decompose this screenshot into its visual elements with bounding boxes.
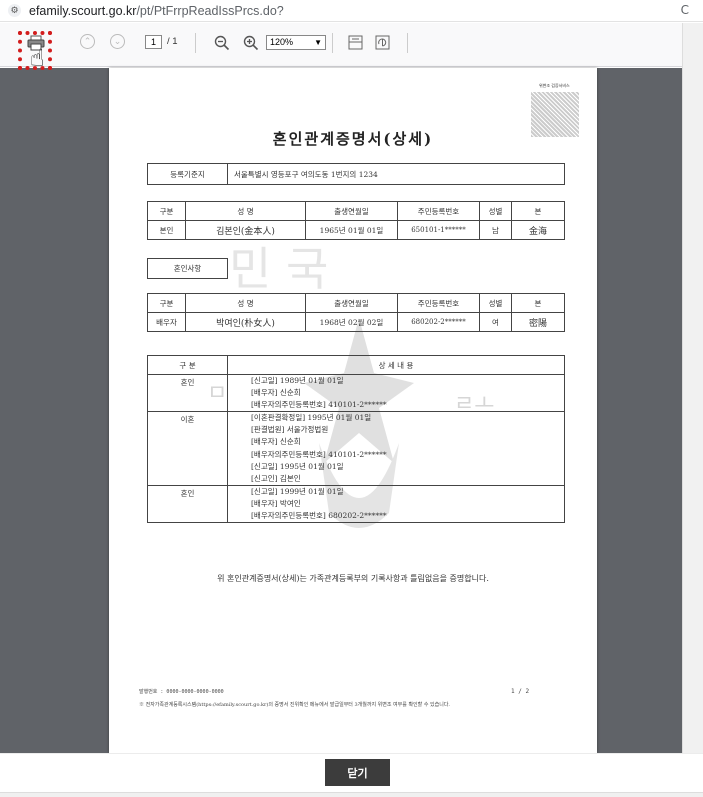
col-header: 성별 <box>479 201 512 221</box>
col-header: 주민등록번호 <box>397 201 480 221</box>
certification-statement: 위 혼인관계증명서(상세)는 가족관계등록부의 기록사항과 틀림없음을 증명합니… <box>217 574 489 583</box>
site-info-icon[interactable]: ⚙ <box>8 4 21 17</box>
col-header: 구 분 <box>147 355 228 375</box>
table-cell: 1965년 01월 01일 <box>305 220 398 240</box>
detail-line: [신고일] 1999년 01월 01일 <box>251 486 344 496</box>
scrollbar[interactable] <box>682 23 703 753</box>
table-cell: 金海 <box>511 220 565 240</box>
page-up-icon[interactable]: ⌃ <box>80 34 95 49</box>
detail-line: [배우자의주민등록번호] 680202-2****** <box>251 511 387 521</box>
col-header: 본 <box>511 201 565 221</box>
table-row: 배우자 박여인(朴女人) 1968년 02월 02일 680202-2*****… <box>147 312 565 332</box>
pdf-toolbar: ⌃ ⌄ 1 / 1 120% ▼ <box>0 23 682 67</box>
qr-label: 위변조 검증서비스 <box>539 83 570 88</box>
document-page: 위변조 검증서비스 민 국 ㅁ ㄹㅗ 혼인관계증명서(상세) 등록기준지 서울특… <box>109 68 597 753</box>
detail-table: 구 분 상 세 내 용 혼인 [신고일] 1989년 01월 01일 [배우자]… <box>147 355 565 524</box>
table-cell: 박여인(朴女人) <box>185 312 306 332</box>
detail-line: [배우자] 신순희 <box>251 437 301 447</box>
registration-table: 등록기준지 서울특별시 영등포구 여의도동 1번지의 1234 <box>147 163 565 185</box>
col-header: 구분 <box>147 293 186 313</box>
col-header: 출생연월일 <box>305 293 398 313</box>
col-header: 구분 <box>147 201 186 221</box>
section-heading: 혼인사항 <box>147 258 228 279</box>
detail-line: [신고인] 김본인 <box>251 473 301 483</box>
table-row: 혼인 [신고일] 1999년 01월 01일 [배우자] 박여인 [배우자의주민… <box>147 484 565 524</box>
zoom-value: 120% <box>270 37 294 47</box>
detail-category: 혼인 <box>147 484 228 524</box>
toolbar-divider <box>195 33 196 53</box>
detail-line: [배우자의주민등록번호] 410101-2****** <box>251 400 387 410</box>
table-row: 혼인 [신고일] 1989년 01월 01일 [배우자] 신순희 [배우자의주민… <box>147 373 565 413</box>
detail-category: 이혼 <box>147 411 228 486</box>
address-bar[interactable]: ⚙ efamily.scourt.go.kr/pt/PtFrrpReadIssP… <box>0 0 703 22</box>
col-header: 성별 <box>479 293 512 313</box>
col-header: 주민등록번호 <box>397 293 480 313</box>
pdf-viewer[interactable]: 위변조 검증서비스 민 국 ㅁ ㄹㅗ 혼인관계증명서(상세) 등록기준지 서울특… <box>0 68 682 753</box>
toolbar-divider <box>407 33 408 53</box>
detail-content: [신고일] 1999년 01월 01일 [배우자] 박여인 [배우자의주민등록번… <box>227 484 565 524</box>
detail-line: [이혼판결확정일] 1995년 01월 01일 <box>251 413 372 423</box>
detail-content: [이혼판결확정일] 1995년 01월 01일 [판결법원] 서울가정법원 [배… <box>227 411 565 486</box>
table-row: 본인 김본인(金本人) 1965년 01월 01일 650101-1******… <box>147 220 565 240</box>
detail-category: 혼인 <box>147 373 228 413</box>
table-cell: 여 <box>479 312 512 332</box>
toolbar-divider <box>332 33 333 53</box>
reg-value: 서울특별시 영등포구 여의도동 1번지의 1234 <box>227 163 565 185</box>
document-title: 혼인관계증명서(상세) <box>272 130 434 148</box>
col-header: 상 세 내 용 <box>227 355 565 375</box>
close-button[interactable]: 닫기 <box>325 759 390 786</box>
issue-number: 발행번호 : 0000-0000-0000-0000 <box>139 689 224 695</box>
reg-label: 등록기준지 <box>147 163 228 185</box>
table-cell: 김본인(金本人) <box>185 220 306 240</box>
detail-line: [배우자의주민등록번호] 410101-2****** <box>251 449 387 459</box>
hand-cursor-icon: ☝ <box>30 44 45 72</box>
url-host: efamily.scourt.go.kr <box>29 3 137 18</box>
footer-bar: 닫기 <box>0 753 703 797</box>
table-cell: 본인 <box>147 220 186 240</box>
chevron-down-icon: ▼ <box>314 38 322 47</box>
detail-line: [배우자] 박여인 <box>251 498 301 508</box>
col-header: 출생연월일 <box>305 201 398 221</box>
page-number-input[interactable]: 1 <box>145 35 162 49</box>
detail-line: [신고일] 1989년 01월 01일 <box>251 376 344 385</box>
detail-line: [배우자] 신순희 <box>251 388 301 398</box>
page-down-icon[interactable]: ⌄ <box>110 34 125 49</box>
browser-right-glyph: C <box>680 3 689 17</box>
table-cell: 남 <box>479 220 512 240</box>
detail-content: [신고일] 1989년 01월 01일 [배우자] 신순희 [배우자의주민등록번… <box>227 373 565 413</box>
page-total: / 1 <box>167 36 178 47</box>
detail-line: [신고일] 1995년 01월 01일 <box>251 461 344 471</box>
table-cell: 650101-1****** <box>397 220 480 240</box>
table-row: 이혼 [이혼판결확정일] 1995년 01월 01일 [판결법원] 서울가정법원… <box>147 411 565 486</box>
table-cell: 1968년 02월 02일 <box>305 312 398 332</box>
detail-line: [판결법원] 서울가정법원 <box>251 425 329 435</box>
col-header: 성 명 <box>185 201 306 221</box>
zoom-out-icon[interactable] <box>214 35 230 51</box>
spouse-table: 구분 성 명 출생연월일 주민등록번호 성별 본 배우자 박여인(朴女人) 19… <box>147 293 565 332</box>
bottom-strip <box>0 792 703 797</box>
person-table: 구분 성 명 출생연월일 주민등록번호 성별 본 본인 김본인(金本人) 196… <box>147 201 565 240</box>
table-cell: 680202-2****** <box>397 312 480 332</box>
col-header: 성 명 <box>185 293 306 313</box>
zoom-select[interactable]: 120% ▼ <box>266 35 326 50</box>
fit-page-icon[interactable] <box>348 35 363 50</box>
zoom-in-icon[interactable] <box>243 35 259 51</box>
rotate-icon[interactable] <box>375 35 390 50</box>
url-path: /pt/PtFrrpReadIssPrcs.do? <box>136 3 284 18</box>
page-indicator: 1 / 2 <box>511 688 530 695</box>
col-header: 본 <box>511 293 565 313</box>
watermark-text: 민 국 <box>229 242 329 296</box>
table-cell: 密陽 <box>511 312 565 332</box>
footer-note: ※ 전자가족관계등록시스템(https://efamily.scourt.go.… <box>139 702 451 708</box>
table-cell: 배우자 <box>147 312 186 332</box>
url-text[interactable]: efamily.scourt.go.kr/pt/PtFrrpReadIssPrc… <box>29 4 284 18</box>
